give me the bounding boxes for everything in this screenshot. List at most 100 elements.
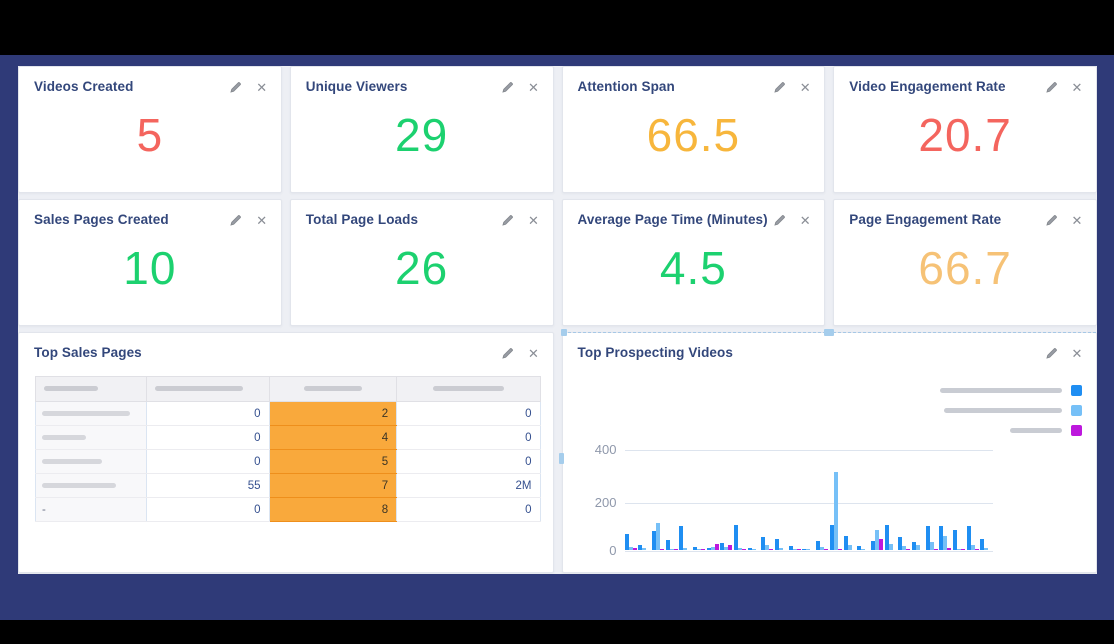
table-cell: 4 xyxy=(269,426,397,450)
stat-card-title: Page Engagement Rate xyxy=(849,212,1001,227)
edit-icon[interactable] xyxy=(501,346,515,360)
table-cell: 0 xyxy=(146,426,269,450)
bar-series-light-blue xyxy=(916,545,920,550)
dashboard-canvas: Videos Created✕5Unique Viewers✕29Attenti… xyxy=(18,66,1097,574)
stat-card: Average Page Time (Minutes)✕4.5 xyxy=(562,199,826,326)
y-tick-0: 0 xyxy=(577,543,617,558)
stat-card: Total Page Loads ✕26 xyxy=(290,199,554,326)
close-icon[interactable]: ✕ xyxy=(798,213,812,227)
card-actions: ✕ xyxy=(501,80,541,94)
bar-group xyxy=(693,547,705,550)
bottom-row: Top Sales Pages ✕ 0200400505572M-080 xyxy=(18,332,1097,573)
stat-value: 26 xyxy=(291,227,553,325)
bar-series-magenta xyxy=(715,544,719,550)
bar-series-magenta xyxy=(879,539,883,550)
bar-series-light-blue xyxy=(889,544,893,550)
legend-item[interactable] xyxy=(1010,425,1082,436)
bar-series-light-blue xyxy=(834,472,838,550)
bar-series-magenta xyxy=(824,549,828,550)
table-cell: 0 xyxy=(397,402,540,426)
top-sales-pages-table: 0200400505572M-080 xyxy=(35,376,541,522)
bar-group xyxy=(871,530,883,550)
bar-group xyxy=(939,526,951,550)
row-label xyxy=(36,402,147,426)
stat-card-title: Videos Created xyxy=(34,79,133,94)
card-actions: ✕ xyxy=(1044,80,1084,94)
row-label xyxy=(36,474,147,498)
table-cell: 0 xyxy=(397,450,540,474)
stat-card-title: Video Engagement Rate xyxy=(849,79,1005,94)
stat-card-title: Total Page Loads xyxy=(306,212,418,227)
table-cell: 0 xyxy=(146,450,269,474)
stat-card: Videos Created✕5 xyxy=(18,66,282,193)
bar-group xyxy=(761,537,773,550)
card-actions: ✕ xyxy=(229,80,269,94)
bar-group xyxy=(652,523,664,550)
bar-group xyxy=(666,540,678,550)
bar-group xyxy=(926,526,938,550)
bar-series-magenta xyxy=(742,549,746,550)
bar-series-light-blue xyxy=(752,549,756,550)
panel-actions: ✕ xyxy=(501,346,541,360)
bar-series-magenta xyxy=(797,549,801,550)
bar-group xyxy=(830,472,842,550)
close-icon[interactable]: ✕ xyxy=(255,80,269,94)
close-icon[interactable]: ✕ xyxy=(527,346,541,360)
stat-value: 29 xyxy=(291,94,553,192)
legend-swatch xyxy=(1071,425,1082,436)
bar-series-magenta xyxy=(728,545,732,550)
table-header-redacted xyxy=(146,377,269,402)
bar-series-light-blue xyxy=(642,548,646,550)
edit-icon[interactable] xyxy=(772,80,786,94)
edit-icon[interactable] xyxy=(229,213,243,227)
edit-icon[interactable] xyxy=(1044,80,1058,94)
close-icon[interactable]: ✕ xyxy=(527,213,541,227)
top-sales-pages-panel: Top Sales Pages ✕ 0200400505572M-080 xyxy=(18,332,554,573)
legend-swatch xyxy=(1071,405,1082,416)
bar-series-light-blue xyxy=(861,549,865,550)
card-actions: ✕ xyxy=(772,213,812,227)
card-actions: ✕ xyxy=(501,213,541,227)
stat-value: 66.7 xyxy=(834,227,1096,325)
bar-group xyxy=(707,544,719,550)
bar-group xyxy=(775,539,787,550)
stat-value: 10 xyxy=(19,227,281,325)
close-icon[interactable]: ✕ xyxy=(527,80,541,94)
row-label xyxy=(36,426,147,450)
bar-series-container xyxy=(625,390,993,550)
table-header-redacted xyxy=(397,377,540,402)
close-icon[interactable]: ✕ xyxy=(255,213,269,227)
bar-group xyxy=(679,526,691,550)
bar-group xyxy=(912,542,924,550)
table-row: 040 xyxy=(36,426,541,450)
bar-series-blue xyxy=(679,526,683,550)
card-actions: ✕ xyxy=(229,213,269,227)
stat-value: 20.7 xyxy=(834,94,1096,192)
y-tick-400: 400 xyxy=(577,442,617,457)
bar-series-magenta xyxy=(975,549,979,550)
bar-series-magenta xyxy=(961,549,965,550)
close-icon[interactable]: ✕ xyxy=(798,80,812,94)
edit-icon[interactable] xyxy=(1044,213,1058,227)
stat-card: Video Engagement Rate ✕20.7 xyxy=(833,66,1097,193)
edit-icon[interactable] xyxy=(772,213,786,227)
stat-card: Unique Viewers ✕29 xyxy=(290,66,554,193)
close-icon[interactable]: ✕ xyxy=(1070,80,1084,94)
legend-item[interactable] xyxy=(944,405,1082,416)
table-cell: 2 xyxy=(269,402,397,426)
stat-card-title: Attention Span xyxy=(578,79,675,94)
table-row: 5572M xyxy=(36,474,541,498)
legend-item[interactable] xyxy=(940,385,1082,396)
stat-card-title: Average Page Time (Minutes) xyxy=(578,212,768,227)
edit-icon[interactable] xyxy=(501,213,515,227)
stat-card: Page Engagement Rate ✕66.7 xyxy=(833,199,1097,326)
edit-icon[interactable] xyxy=(229,80,243,94)
bar-group xyxy=(816,541,828,550)
bar-series-light-blue xyxy=(848,545,852,550)
edit-icon[interactable] xyxy=(501,80,515,94)
bar-group xyxy=(885,525,897,550)
bar-group xyxy=(857,546,869,550)
close-icon[interactable]: ✕ xyxy=(1070,213,1084,227)
stat-card-title: Unique Viewers xyxy=(306,79,408,94)
bar-group xyxy=(967,526,979,550)
